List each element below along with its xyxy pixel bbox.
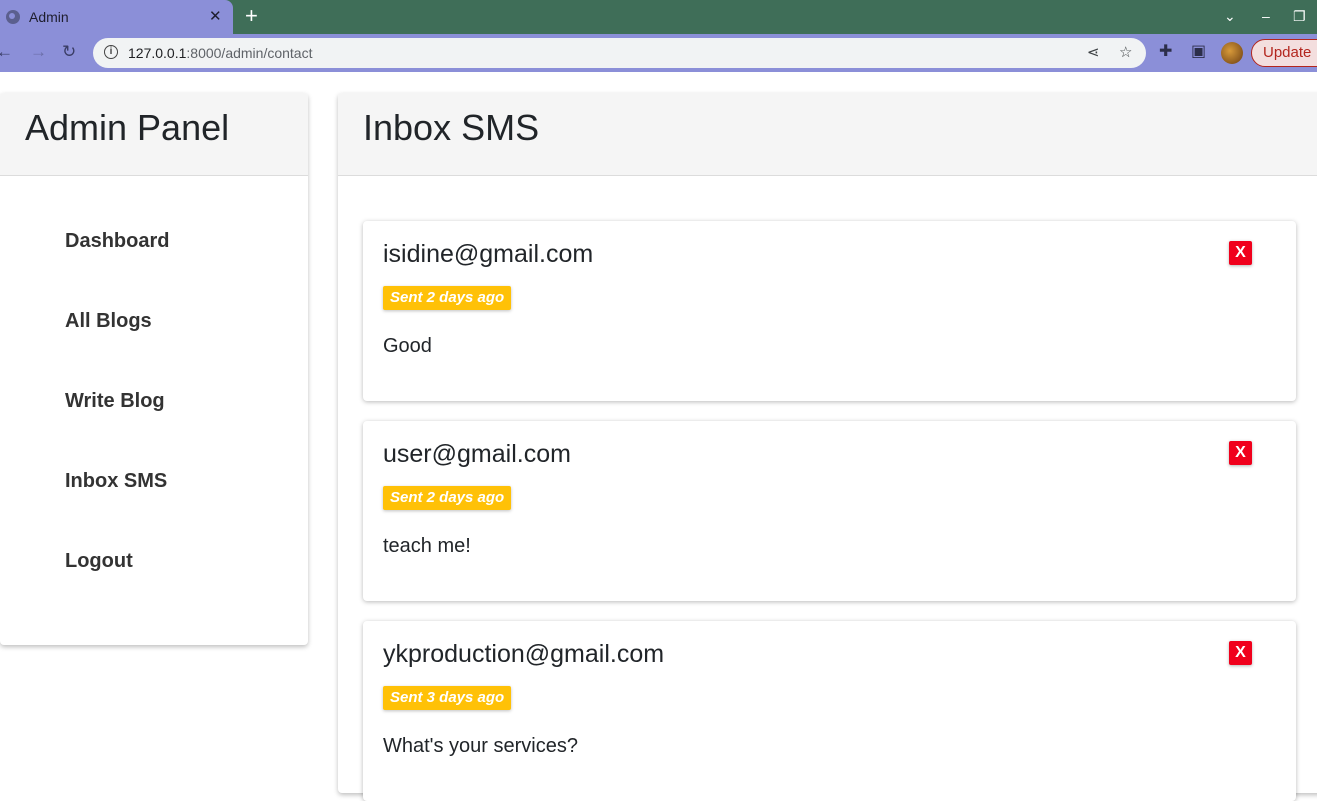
- minimize-window-icon[interactable]: –: [1262, 6, 1270, 26]
- close-tab-icon[interactable]: ✕: [209, 7, 222, 27]
- new-tab-button[interactable]: +: [245, 4, 258, 28]
- admin-sidebar: Admin Panel Dashboard All Blogs Write Bl…: [0, 93, 308, 645]
- sidebar-item-dashboard[interactable]: Dashboard: [65, 230, 169, 253]
- forward-arrow-icon[interactable]: →: [30, 42, 47, 62]
- sidebar-item-write-blog[interactable]: Write Blog: [65, 390, 165, 413]
- message-card: isidine@gmail.com Sent 2 days ago Good X: [363, 221, 1296, 401]
- browser-tab[interactable]: Admin ✕: [0, 0, 233, 34]
- message-email: ykproduction@gmail.com: [383, 640, 665, 668]
- browser-tab-bar: Admin ✕ + ⌄ – ❐: [0, 0, 1317, 34]
- url-text[interactable]: 127.0.0.1:8000/admin/contact: [128, 45, 312, 61]
- delete-message-button[interactable]: X: [1229, 441, 1252, 465]
- url-host: 127.0.0.1: [128, 45, 187, 61]
- browser-toolbar: ← → ↻ i 127.0.0.1:8000/admin/contact ⋖ ☆…: [0, 34, 1317, 72]
- sidebar-title: Admin Panel: [25, 107, 230, 148]
- tab-search-chevron-icon[interactable]: ⌄: [1224, 6, 1236, 26]
- site-info-icon[interactable]: i: [104, 45, 118, 59]
- page-title: Inbox SMS: [363, 107, 540, 148]
- sidebar-item-logout[interactable]: Logout: [65, 550, 133, 573]
- message-body: Good: [383, 335, 432, 357]
- address-bar[interactable]: i 127.0.0.1:8000/admin/contact ⋖ ☆: [93, 38, 1146, 68]
- reload-icon[interactable]: ↻: [62, 42, 76, 62]
- delete-message-button[interactable]: X: [1229, 641, 1252, 665]
- extensions-icon[interactable]: ✚: [1159, 42, 1172, 62]
- bookmark-star-icon[interactable]: ☆: [1119, 43, 1132, 63]
- back-arrow-icon[interactable]: ←: [0, 42, 13, 62]
- sent-time-badge: Sent 2 days ago: [383, 286, 512, 310]
- delete-message-button[interactable]: X: [1229, 241, 1252, 265]
- message-card: user@gmail.com Sent 2 days ago teach me!…: [363, 421, 1296, 601]
- inbox-panel: Inbox SMS isidine@gmail.com Sent 2 days …: [338, 93, 1317, 801]
- side-panel-icon[interactable]: ▣: [1191, 42, 1206, 62]
- tab-title: Admin: [29, 9, 69, 25]
- url-path: :8000/admin/contact: [186, 45, 313, 61]
- profile-avatar[interactable]: [1221, 42, 1243, 64]
- globe-icon: [6, 10, 20, 24]
- sidebar-item-inbox-sms[interactable]: Inbox SMS: [65, 470, 167, 493]
- message-email: user@gmail.com: [383, 440, 571, 468]
- sent-time-badge: Sent 3 days ago: [383, 686, 512, 710]
- message-body: teach me!: [383, 535, 471, 557]
- restore-window-icon[interactable]: ❐: [1293, 6, 1306, 26]
- message-card: ykproduction@gmail.com Sent 3 days ago W…: [363, 621, 1296, 801]
- sidebar-item-all-blogs[interactable]: All Blogs: [65, 310, 152, 333]
- update-button[interactable]: Update: [1251, 39, 1317, 67]
- message-email: isidine@gmail.com: [383, 240, 594, 268]
- sent-time-badge: Sent 2 days ago: [383, 486, 512, 510]
- share-icon[interactable]: ⋖: [1087, 43, 1100, 63]
- message-body: What's your services?: [383, 735, 578, 757]
